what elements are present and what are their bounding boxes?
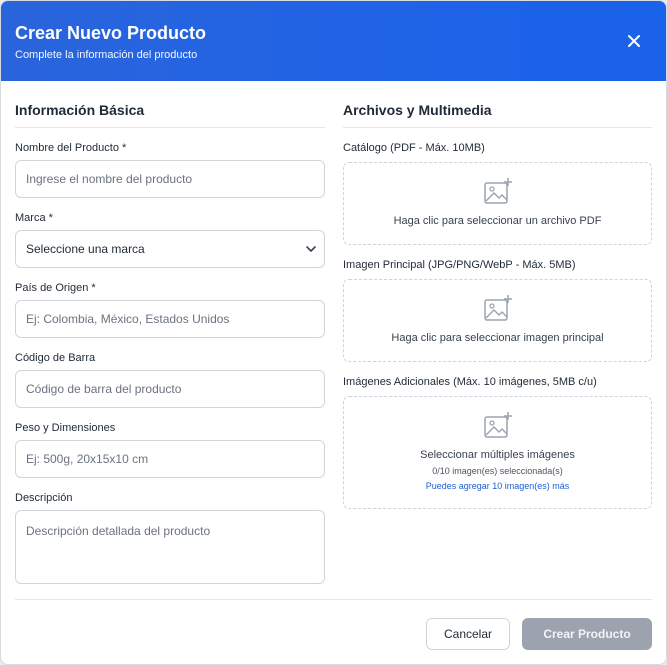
extra-images-dropzone-text: Seleccionar múltiples imágenes	[420, 449, 575, 461]
modal-body: Información Básica Nombre del Producto *…	[1, 81, 666, 589]
barcode-input[interactable]	[15, 370, 325, 408]
extra-images-label: Imágenes Adicionales (Máx. 10 imágenes, …	[343, 376, 597, 388]
weight-label: Peso y Dimensiones	[15, 422, 116, 434]
extra-images-dropzone[interactable]: Seleccionar múltiples imágenes 0/10 imag…	[343, 396, 652, 509]
media-column: Archivos y Multimedia Catálogo (PDF - Má…	[343, 101, 652, 589]
country-label: País de Origen *	[15, 282, 96, 294]
description-textarea[interactable]	[15, 510, 325, 584]
close-button[interactable]	[622, 29, 646, 53]
modal-header: Crear Nuevo Producto Complete la informa…	[1, 1, 666, 81]
modal-subtitle: Complete la información del producto	[15, 49, 198, 61]
main-image-label: Imagen Principal (JPG/PNG/WebP - Máx. 5M…	[343, 259, 576, 271]
weight-input[interactable]	[15, 440, 325, 478]
image-add-icon	[483, 412, 512, 438]
image-add-icon	[483, 295, 512, 321]
catalog-dropzone[interactable]: Haga clic para seleccionar un archivo PD…	[343, 162, 652, 245]
catalog-label: Catálogo (PDF - Máx. 10MB)	[343, 142, 485, 154]
close-icon	[628, 35, 640, 47]
description-label: Descripción	[15, 492, 73, 504]
image-add-icon	[483, 178, 512, 204]
country-input[interactable]	[15, 300, 325, 338]
footer-divider	[15, 599, 652, 600]
modal-title: Crear Nuevo Producto	[15, 23, 207, 43]
extra-images-hint: Puedes agregar 10 imagen(es) más	[425, 481, 570, 491]
media-title: Archivos y Multimedia	[343, 101, 652, 128]
cancel-button[interactable]: Cancelar	[426, 618, 510, 650]
main-image-dropzone-text: Haga clic para seleccionar imagen princi…	[391, 332, 604, 344]
main-image-dropzone[interactable]: Haga clic para seleccionar imagen princi…	[343, 279, 652, 362]
brand-select-value: Seleccione una marca	[15, 230, 325, 268]
create-product-modal: Crear Nuevo Producto Complete la informa…	[0, 0, 667, 665]
barcode-label: Código de Barra	[15, 352, 96, 364]
brand-select[interactable]: Seleccione una marca	[15, 230, 325, 268]
basic-info-title: Información Básica	[15, 101, 325, 128]
brand-label: Marca *	[15, 212, 53, 224]
product-name-label: Nombre del Producto *	[15, 142, 127, 154]
product-name-input[interactable]	[15, 160, 325, 198]
extra-images-count: 0/10 imagen(es) seleccionada(s)	[432, 466, 563, 476]
create-product-button[interactable]: Crear Producto	[522, 618, 652, 650]
basic-info-column: Información Básica Nombre del Producto *…	[15, 101, 325, 589]
chevron-down-icon	[306, 246, 316, 252]
catalog-dropzone-text: Haga clic para seleccionar un archivo PD…	[393, 215, 602, 227]
